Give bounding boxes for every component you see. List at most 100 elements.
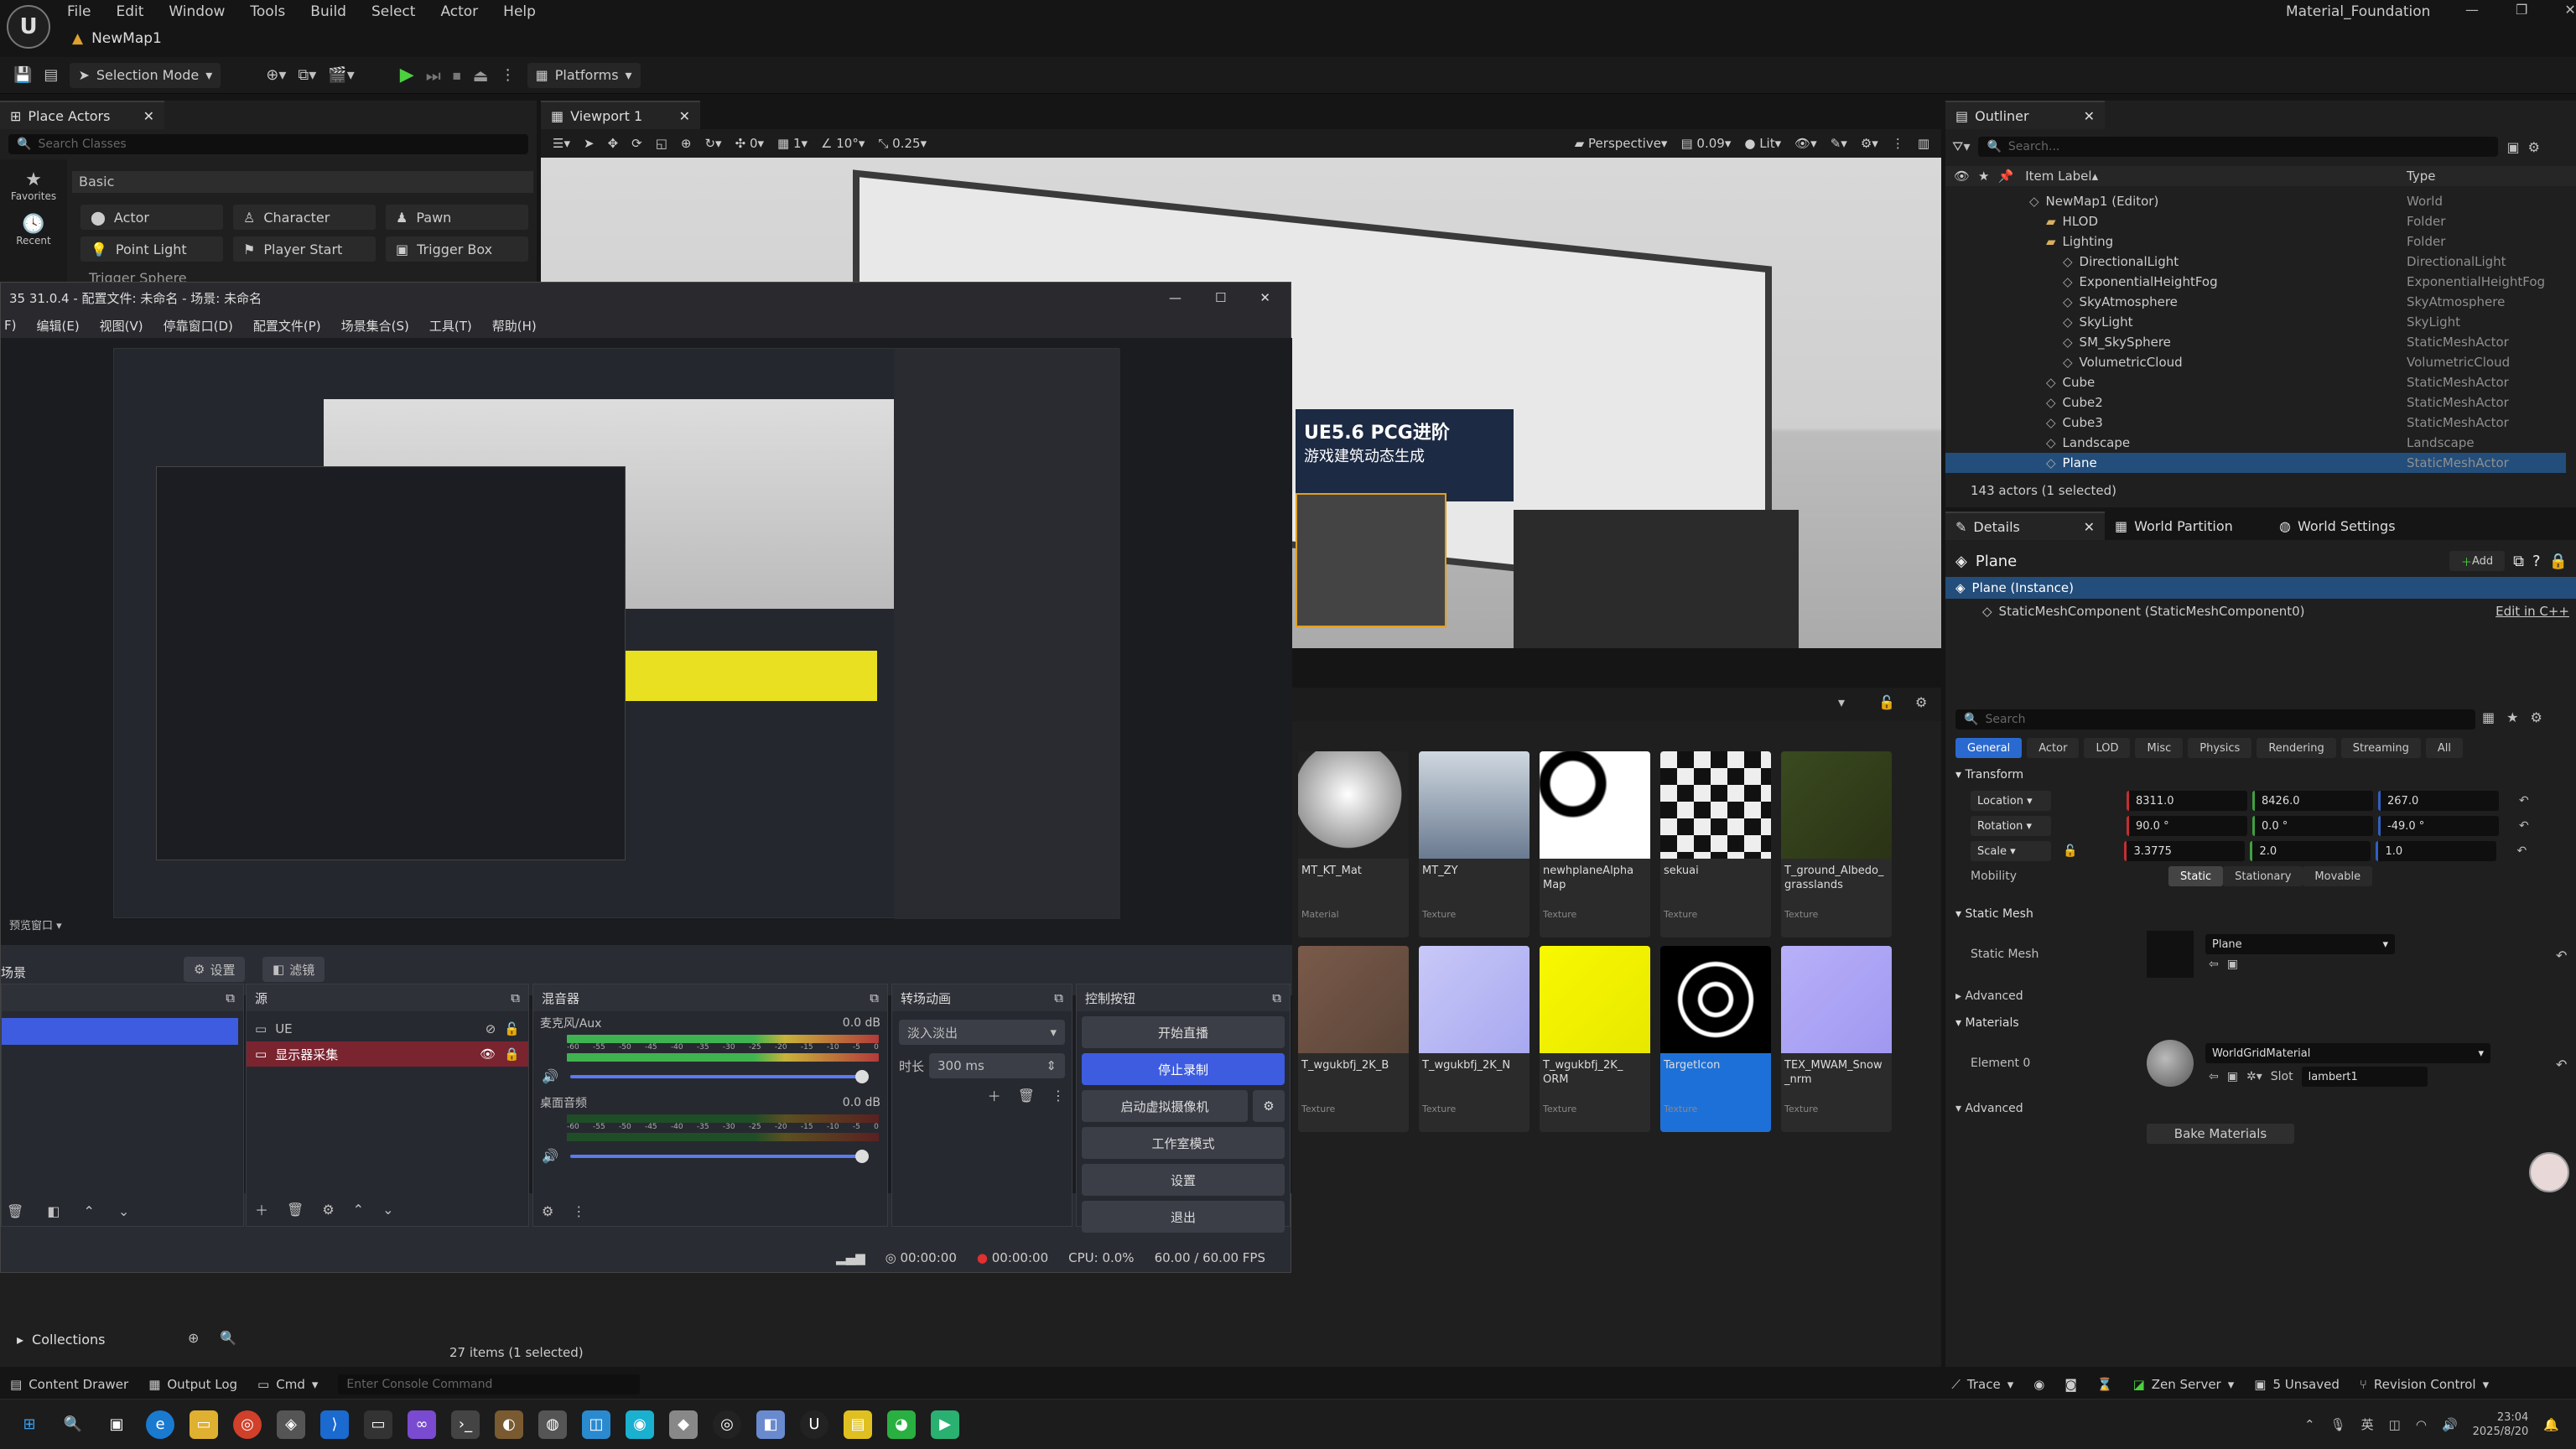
media-icon[interactable]: ▶ [931,1410,959,1439]
asset-tile[interactable]: sekuai Texture [1660,751,1771,937]
lock-icon[interactable]: 🔒 [504,1046,520,1062]
menu-select[interactable]: Select [371,3,415,20]
explorer-icon[interactable]: ▭ [190,1410,218,1439]
close-icon[interactable]: ✕ [679,108,690,124]
studio-mode-button[interactable]: 工作室模式 [1082,1127,1285,1159]
character-item[interactable]: ♙ Character [233,205,376,230]
zen-server-button[interactable]: ◪ Zen Server ▾ [2133,1377,2235,1392]
close-icon[interactable]: ✕ [2084,108,2095,124]
app4-icon[interactable]: ◫ [582,1410,610,1439]
obs-menu-tools[interactable]: 工具(T) [429,317,472,335]
settings-icon[interactable]: ⚙ [1915,694,1927,710]
scale-icon[interactable]: ◱ [656,136,667,151]
advanced-section[interactable]: ▸ Advanced [1955,989,2023,1003]
filter-misc[interactable]: Misc [2135,738,2184,758]
scene-item[interactable] [2,1018,238,1045]
close-icon[interactable]: ✕ [143,108,154,124]
menu-edit[interactable]: Edit [116,3,143,20]
filter-streaming[interactable]: Streaming [2340,738,2421,758]
add-folder-icon[interactable]: ▣ [2506,139,2519,155]
mobility-static[interactable]: Static [2168,866,2224,886]
filter-rendering[interactable]: Rendering [2257,738,2336,758]
menu-file[interactable]: File [67,3,91,20]
outliner-row[interactable]: ◇ Cube StaticMeshActor [1945,372,2566,392]
maximize-icon[interactable]: ☐ [1215,290,1226,305]
eye-icon[interactable]: 👁 [480,1046,496,1062]
trash-icon[interactable]: 🗑 [7,1203,23,1219]
details-tab[interactable]: ✎ Details ✕ [1945,512,2105,540]
search-icon[interactable]: 🔍 [220,1330,236,1346]
reset-icon[interactable]: ↶ [2556,1057,2567,1072]
minimize-icon[interactable]: — [1169,290,1182,305]
asset-tile[interactable]: T_wgukbfj_2K_N Texture [1419,946,1530,1132]
terminal-icon[interactable]: ▭ [364,1410,392,1439]
outliner-row[interactable]: ◇ NewMap1 (Editor) World [1945,191,2566,211]
cmd-button[interactable]: ▭ Cmd ▾ [257,1377,318,1392]
instance-row[interactable]: ◈ Plane (Instance) [1945,577,2576,599]
add-collection-icon[interactable]: ⊕ [188,1330,199,1346]
app-tray-icon[interactable]: ◫ [2389,1417,2401,1432]
more-options-icon[interactable]: ⋮ [1052,1088,1065,1104]
undock-icon[interactable]: ⧉ [1054,990,1063,1005]
obs-menu-edit[interactable]: 编辑(E) [36,317,79,335]
lock-icon[interactable]: 🔒 [2549,553,2568,570]
eject-icon[interactable]: ⏏ [473,65,489,86]
chevron-down-icon[interactable]: ▾ [1838,694,1845,710]
obs-menu-profile[interactable]: 配置文件(P) [253,317,321,335]
menu-actor[interactable]: Actor [440,3,478,20]
rotation-y[interactable]: 0.0 ° [2252,816,2373,836]
undock-icon[interactable]: ⧉ [226,990,235,1005]
show-icon[interactable]: 👁▾ [1794,136,1817,151]
outliner-row[interactable]: ◇ DirectionalLight DirectionalLight [1945,252,2566,272]
options-icon[interactable]: ✲▾ [2246,1070,2262,1083]
output-log-button[interactable]: ▦ Output Log [148,1377,237,1392]
obs-menu-help[interactable]: 帮助(H) [492,317,537,335]
trash-icon[interactable]: 🗑 [287,1202,304,1218]
volume-icon[interactable]: 🔊 [2442,1417,2458,1432]
eye-off-icon[interactable]: ⊘ [486,1021,496,1036]
browse-icon[interactable]: ▣ [2227,1070,2238,1083]
menu-tools[interactable]: Tools [250,3,285,20]
asset-tile[interactable]: MT_KT_Mat Material [1298,751,1409,937]
menu-build[interactable]: Build [310,3,346,20]
surface-snap-icon[interactable]: ↻▾ [704,136,721,151]
help-icon[interactable]: ? [2532,553,2541,570]
rotation-z[interactable]: -49.0 ° [2378,816,2499,836]
outliner-row[interactable]: ◇ Landscape Landscape [1945,433,2566,453]
plus-icon[interactable]: ＋ [255,1199,268,1219]
clock[interactable]: 23:04 2025/8/20 [2473,1410,2529,1439]
browse-icon[interactable]: ▣ [2227,958,2238,971]
outliner-tab[interactable]: ▤ Outliner ✕ [1945,101,2105,129]
plus-icon[interactable]: ＋ [988,1085,1001,1105]
filter-icon[interactable]: ⛛▾ [1952,138,1970,155]
app5-icon[interactable]: ◉ [626,1410,654,1439]
outliner-row[interactable]: ◇ SM_SkySphere StaticMeshActor [1945,332,2566,352]
close-icon[interactable]: ✕ [1259,290,1270,305]
unreal-logo-icon[interactable]: U [7,5,50,49]
lock-icon[interactable]: 🔓 [1878,694,1895,710]
selection-mode-button[interactable]: ➤ Selection Mode ▾ [70,62,221,88]
record-icon[interactable]: ◉ [2033,1377,2044,1392]
lock-icon[interactable]: 🔓 [2063,844,2077,858]
edge-icon[interactable]: e [146,1410,174,1439]
scale-y[interactable]: 2.0 [2250,841,2371,861]
outliner-row[interactable]: ▰ HLOD Folder [1945,211,2566,231]
unsaved-button[interactable]: ▣ 5 Unsaved [2254,1377,2340,1392]
chrome-icon[interactable]: ◎ [233,1410,262,1439]
advanced-audio-icon[interactable]: ⚙ [542,1203,553,1219]
asset-tile[interactable]: T_wgukbfj_2K_B Texture [1298,946,1409,1132]
content-icon[interactable]: ▤ [44,66,58,84]
vscode-icon[interactable]: ⟩ [320,1410,349,1439]
static-mesh-thumbnail[interactable] [2147,931,2194,978]
outliner-row[interactable]: ◇ Cube2 StaticMeshActor [1945,392,2566,413]
more-options-icon[interactable]: ⋮ [1892,136,1904,151]
step-icon[interactable]: ⏭ [426,65,441,86]
save-icon[interactable]: 💾 [13,66,32,84]
col-item-label[interactable]: Item Label [2025,169,2091,184]
reset-icon[interactable]: ↶ [2519,819,2529,833]
cinematics-icon[interactable]: 🎬▾ [328,66,354,84]
undock-icon[interactable]: ⧉ [1272,990,1281,1005]
slider-knob[interactable] [854,1069,869,1083]
reset-icon[interactable]: ↶ [2516,844,2527,858]
obs-menu-scene-collection[interactable]: 场景集合(S) [341,317,409,335]
